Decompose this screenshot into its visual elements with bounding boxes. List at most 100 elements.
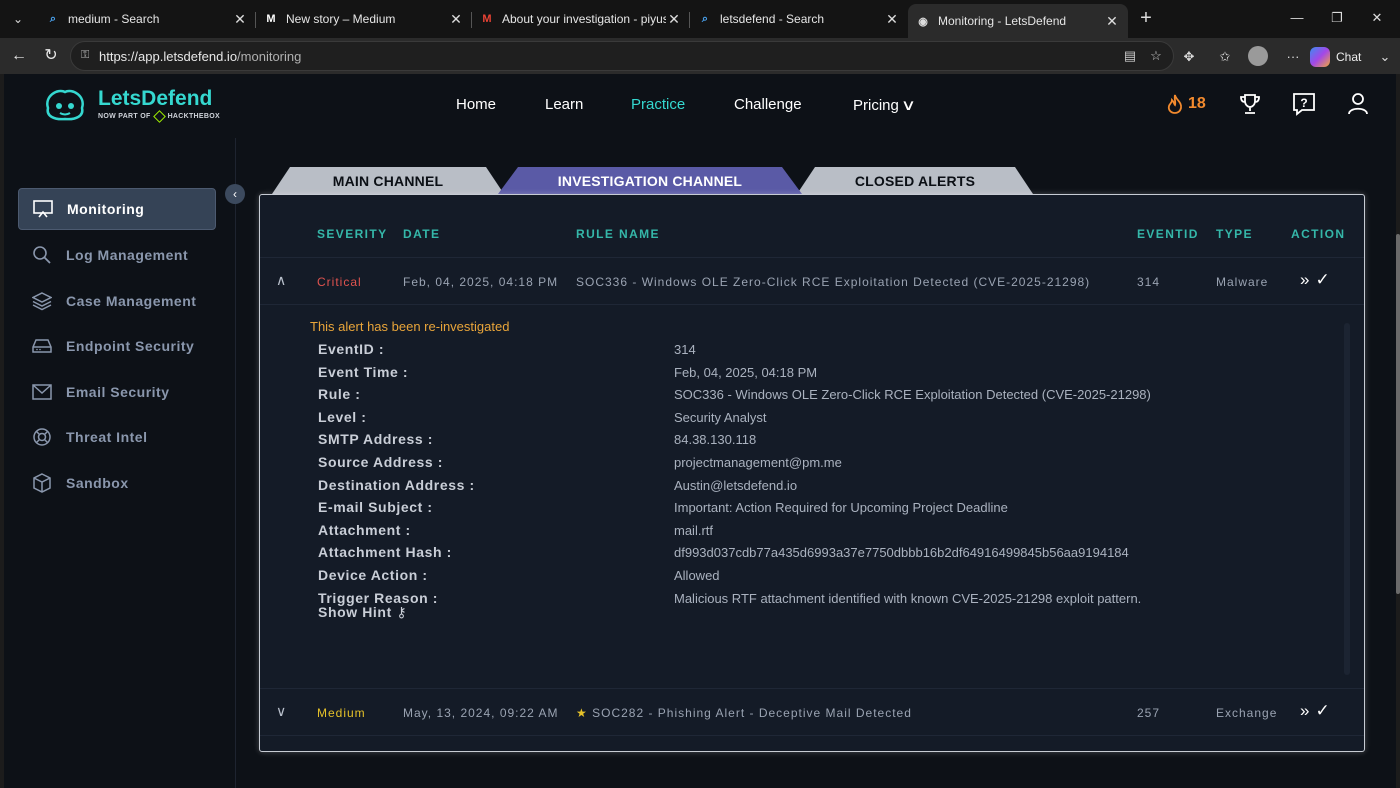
address-bar[interactable]: ⚿ https://app.letsdefend.io/monitoring ▤…: [70, 41, 1174, 71]
nav-challenge[interactable]: Challenge: [734, 96, 802, 113]
page-scrollbar[interactable]: [1396, 234, 1400, 594]
sidebar-item-label: Log Management: [66, 247, 189, 263]
close-alert-check-icon[interactable]: ✓: [1315, 270, 1329, 290]
create-case-icon[interactable]: »: [1300, 701, 1309, 721]
favorites-icon[interactable]: ✩: [1214, 46, 1236, 68]
reader-mode-icon[interactable]: ▤: [1121, 48, 1139, 66]
close-tab-icon[interactable]: ✕: [448, 11, 464, 28]
show-hint-button[interactable]: Show Hint ⚷: [318, 604, 407, 621]
show-hint-label: Show Hint: [318, 604, 392, 620]
browser-tab-strip: ⌄ ⌕ medium - Search ✕ M New story – Medi…: [0, 0, 1400, 38]
close-window-button[interactable]: ✕: [1354, 6, 1400, 30]
detail-label: Attachment :: [318, 521, 411, 538]
sidebar-item-case-management[interactable]: Case Management: [18, 280, 216, 322]
close-tab-icon[interactable]: ✕: [666, 11, 682, 28]
tab-list-button[interactable]: ⌄: [6, 8, 30, 30]
column-header-action[interactable]: ACTION: [1291, 227, 1345, 241]
browser-tab-medium-search[interactable]: ⌕ medium - Search ✕: [38, 4, 256, 34]
browser-tab-medium-new-story[interactable]: M New story – Medium ✕: [256, 4, 472, 34]
create-case-icon[interactable]: »: [1300, 270, 1309, 290]
detail-value: Allowed: [674, 568, 720, 583]
alert-rule-name: SOC282 - Phishing Alert - Deceptive Mail…: [592, 706, 912, 720]
column-header-rule-name[interactable]: RULE NAME: [576, 227, 660, 241]
trophy-icon[interactable]: [1239, 92, 1261, 116]
detail-scrollbar[interactable]: [1344, 323, 1350, 675]
chevron-up-icon[interactable]: ∧: [276, 272, 286, 289]
streak-counter[interactable]: 18: [1166, 94, 1206, 114]
column-header-type[interactable]: TYPE: [1216, 227, 1253, 241]
tab-investigation-channel-label: INVESTIGATION CHANNEL: [557, 172, 743, 189]
sidebar-collapse-button[interactable]: ‹: [225, 184, 245, 204]
close-alert-check-icon[interactable]: ✓: [1315, 701, 1329, 721]
sidebar-item-endpoint-security[interactable]: Endpoint Security: [18, 325, 216, 367]
close-tab-icon[interactable]: ✕: [1104, 13, 1120, 30]
chevron-down-icon[interactable]: ∨: [276, 703, 286, 720]
nav-home[interactable]: Home: [456, 96, 496, 113]
letsdefend-logo-icon: [46, 89, 84, 121]
svg-text:?: ?: [1300, 96, 1307, 110]
close-tab-icon[interactable]: ✕: [884, 11, 900, 28]
sidebar: Monitoring Log Management Case Managemen…: [4, 138, 236, 788]
layers-icon: [32, 291, 52, 311]
close-tab-icon[interactable]: ✕: [232, 11, 248, 28]
help-icon[interactable]: ?: [1292, 92, 1316, 116]
detail-value: 314: [674, 342, 696, 357]
severity-critical: Critical: [317, 275, 362, 289]
column-header-eventid[interactable]: EVENTID: [1137, 227, 1199, 241]
gmail-icon: M: [482, 13, 492, 25]
browser-tab-gmail[interactable]: M About your investigation - piyusho ✕: [472, 4, 690, 34]
sidebar-item-sandbox[interactable]: Sandbox: [18, 462, 216, 504]
detail-label: Source Address :: [318, 454, 444, 470]
lifebuoy-icon: [32, 427, 52, 447]
table-row[interactable]: ∧ Critical Feb, 04, 2025, 04:18 PM SOC33…: [260, 257, 1364, 305]
tab-main-channel[interactable]: MAIN CHANNEL: [272, 167, 504, 194]
nav-pricing[interactable]: Pricing ∨: [853, 96, 917, 114]
sidebar-item-label: Case Management: [66, 293, 197, 309]
more-menu-icon[interactable]: ···: [1282, 46, 1304, 68]
alert-eventid: 257: [1137, 706, 1161, 720]
alert-date: Feb, 04, 2025, 04:18 PM: [403, 275, 559, 289]
nav-learn[interactable]: Learn: [545, 96, 583, 113]
chevron-down-icon: ∨: [900, 97, 917, 114]
table-row[interactable]: ∨ Medium May, 13, 2024, 09:22 AM ★ SOC28…: [260, 688, 1364, 736]
detail-label: Level :: [318, 408, 367, 425]
detail-value: Feb, 04, 2025, 04:18 PM: [674, 364, 818, 380]
user-icon[interactable]: [1347, 92, 1369, 116]
letsdefend-logo[interactable]: LetsDefend NOW PART OF HACKTHEBOX: [40, 86, 220, 123]
copilot-chat-button[interactable]: Chat: [1310, 44, 1372, 70]
nav-pricing-label: Pricing: [853, 97, 899, 114]
new-tab-button[interactable]: +: [1134, 6, 1158, 30]
tab-title: New story – Medium: [286, 12, 396, 26]
alert-eventid: 314: [1137, 275, 1161, 289]
url-path: /monitoring: [237, 49, 302, 64]
sidebar-item-monitoring[interactable]: Monitoring: [18, 188, 216, 230]
row-actions: » ✓: [1300, 270, 1330, 290]
extensions-icon[interactable]: ✥: [1178, 46, 1200, 68]
column-header-severity[interactable]: SEVERITY: [317, 227, 388, 241]
nav-practice[interactable]: Practice: [631, 96, 685, 113]
detail-label: Attachment Hash :: [318, 544, 452, 561]
letsdefend-app: LetsDefend NOW PART OF HACKTHEBOX Home L…: [4, 74, 1400, 788]
profile-avatar[interactable]: [1248, 46, 1268, 66]
severity-medium: Medium: [317, 706, 366, 720]
browser-tab-letsdefend-search[interactable]: ⌕ letsdefend - Search ✕: [690, 4, 908, 34]
refresh-button[interactable]: ↻: [38, 44, 64, 68]
detail-label: Event Time :: [318, 363, 409, 380]
tab-title: medium - Search: [68, 12, 160, 26]
row-actions: » ✓: [1300, 701, 1330, 721]
site-info-icon[interactable]: ⚿: [81, 49, 95, 63]
column-header-date[interactable]: DATE: [403, 227, 440, 241]
brand-subtitle: NOW PART OF HACKTHEBOX: [98, 109, 220, 123]
top-navigation: LetsDefend NOW PART OF HACKTHEBOX Home L…: [4, 74, 1396, 138]
chevron-down-icon[interactable]: ⌄: [1374, 46, 1396, 68]
back-button[interactable]: ←: [6, 44, 32, 68]
sidebar-item-threat-intel[interactable]: Threat Intel: [18, 416, 216, 458]
sidebar-item-label: Endpoint Security: [66, 338, 195, 354]
favorite-star-icon[interactable]: ☆: [1147, 48, 1165, 66]
browser-tab-monitoring[interactable]: ◉ Monitoring - LetsDefend ✕: [908, 4, 1128, 38]
tab-investigation-channel[interactable]: INVESTIGATION CHANNEL: [498, 167, 802, 194]
tab-closed-alerts[interactable]: CLOSED ALERTS: [797, 167, 1033, 194]
sidebar-item-log-management[interactable]: Log Management: [18, 234, 216, 276]
detail-value: df993d037cdb77a435d6993a37e7750dbbb16b2d…: [674, 545, 1129, 561]
sidebar-item-email-security[interactable]: Email Security: [18, 371, 216, 413]
